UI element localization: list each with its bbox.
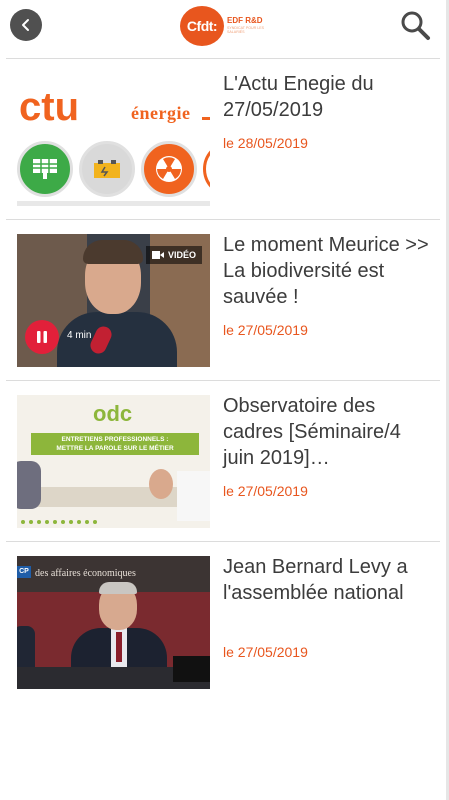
app-header: Cfdt: EDF R&D SYNDICAT POUR LES SALARIÉS <box>0 0 446 52</box>
pause-icon <box>37 331 47 343</box>
thumb-person <box>17 461 41 509</box>
article-item[interactable]: ctu énergie L'Actu Enegie du 27/05/2019 … <box>6 59 440 219</box>
thumb-info-panel <box>177 471 210 521</box>
article-thumbnail: odc ENTRETIENS PROFESSIONNELS : METTRE L… <box>17 395 210 528</box>
article-thumbnail: ctu énergie <box>17 73 210 206</box>
video-label: VIDÉO <box>167 250 196 260</box>
search-icon <box>401 11 430 40</box>
video-duration: 4 min <box>67 330 92 341</box>
thumb-caption: des affaires économiques <box>35 568 136 579</box>
thumb-person <box>149 469 173 499</box>
article-thumbnail: CP des affaires économiques <box>17 556 210 689</box>
article-item[interactable]: odc ENTRETIENS PROFESSIONNELS : METTRE L… <box>6 381 440 541</box>
banner-line-1: ENTRETIENS PROFESSIONNELS : <box>61 436 169 443</box>
chevron-left-icon <box>22 19 29 31</box>
nuclear-icon <box>141 141 197 197</box>
video-camera-icon <box>151 251 164 259</box>
article-title[interactable]: Observatoire des cadres [Séminaire/4 jui… <box>223 393 435 471</box>
thumb-strip <box>17 201 210 206</box>
solar-panel-icon <box>17 141 73 197</box>
logo-subtitle: EDF R&D SYNDICAT POUR LES SALARIÉS <box>227 17 267 34</box>
thumb-person-hair <box>99 582 137 594</box>
article-thumbnail: VIDÉO 4 min <box>17 234 210 367</box>
odc-logo: odc <box>93 401 133 426</box>
thumb-monitor <box>173 656 210 682</box>
partial-icon <box>203 141 210 197</box>
battery-icon <box>79 141 135 197</box>
pause-button[interactable] <box>25 320 59 354</box>
back-button[interactable] <box>10 9 42 41</box>
channel-badge: CP <box>17 566 31 578</box>
banner-line-2: METTRE LA PAROLE SUR LE MÉTIER <box>56 445 174 452</box>
article-title[interactable]: L'Actu Enegie du 27/05/2019 <box>223 71 435 123</box>
logo-brand: EDF R&D <box>227 16 263 26</box>
article-date: le 28/05/2019 <box>223 135 308 151</box>
thumb-person-hair <box>83 240 143 264</box>
article-list: ctu énergie L'Actu Enegie du 27/05/2019 … <box>6 58 440 702</box>
thumb-dash <box>202 117 210 120</box>
thumb-text-energie: énergie <box>131 103 191 123</box>
article-item[interactable]: VIDÉO 4 min Le moment Meurice >> La biod… <box>6 220 440 380</box>
article-item[interactable]: CP des affaires économiques Jean Bernard… <box>6 542 440 702</box>
article-date: le 27/05/2019 <box>223 644 308 660</box>
thumb-tie <box>116 632 122 662</box>
thumb-text-ctu: ctu <box>19 85 79 129</box>
thumb-banner: ENTRETIENS PROFESSIONNELS : METTRE LA PA… <box>31 433 199 455</box>
article-title[interactable]: Jean Bernard Levy a l'assemblée national <box>223 554 435 606</box>
article-date: le 27/05/2019 <box>223 483 308 499</box>
search-button[interactable] <box>398 8 432 42</box>
cfdt-logo: Cfdt: EDF R&D SYNDICAT POUR LES SALARIÉS <box>180 6 267 46</box>
logo-tagline: SYNDICAT POUR LES SALARIÉS <box>227 26 265 34</box>
logo-badge: Cfdt: <box>180 6 224 46</box>
video-badge: VIDÉO <box>145 246 202 264</box>
logo-word: Cfdt: <box>186 18 218 34</box>
article-date: le 27/05/2019 <box>223 322 308 338</box>
article-title[interactable]: Le moment Meurice >> La biodiversité est… <box>223 232 435 310</box>
thumb-dots <box>21 520 97 524</box>
